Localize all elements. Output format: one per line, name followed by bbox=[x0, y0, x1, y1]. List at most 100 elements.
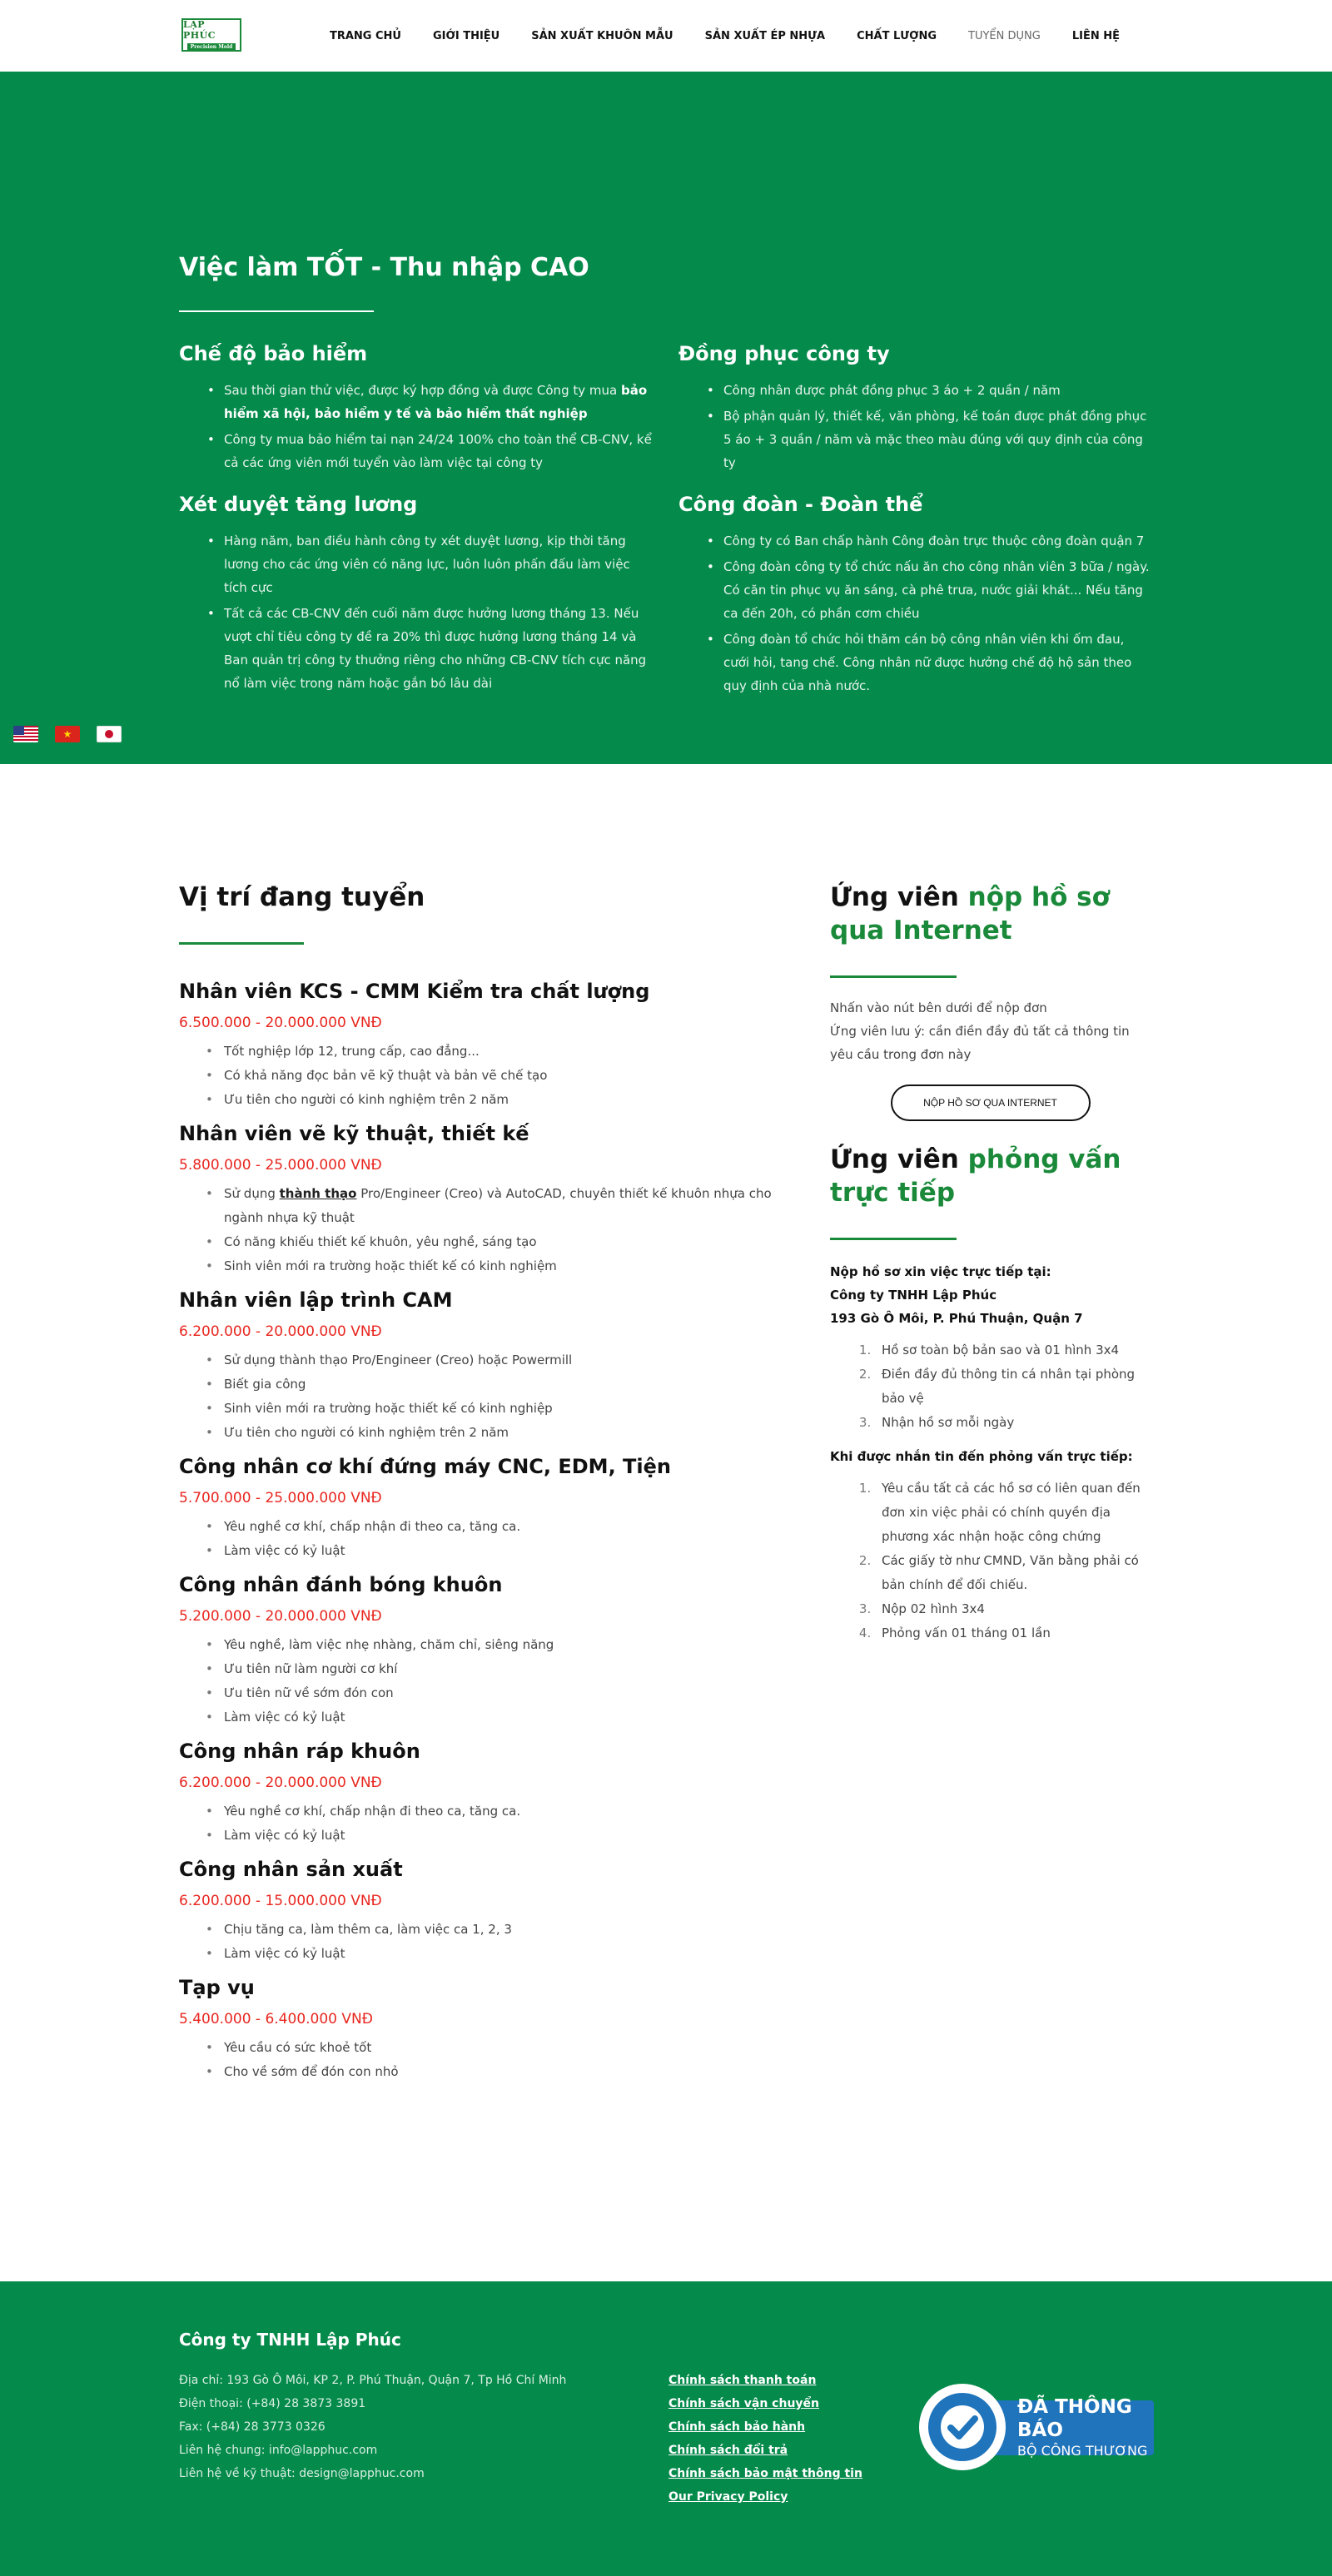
job-item: Tạp vụ 5.400.000 - 6.400.000 VNĐ Yêu cầu… bbox=[179, 1974, 812, 2084]
job-requirement: Yêu cầu có sức khoẻ tốt bbox=[206, 2036, 812, 2060]
job-item: Nhân viên lập trình CAM 6.200.000 - 20.0… bbox=[179, 1287, 812, 1445]
direct-interview-title: Ứng viên phỏng vấn trực tiếp bbox=[830, 1144, 1121, 1208]
online-apply-text: Nhấn vào nút bên dưới để nộp đơn bbox=[830, 1000, 1047, 1015]
job-item: Công nhân sản xuất 6.200.000 - 15.000.00… bbox=[179, 1856, 812, 1966]
footer-contact-info: Địa chỉ: 193 Gò Ô Môi, KP 2, P. Phú Thuậ… bbox=[179, 2369, 566, 2485]
language-switcher: ★ bbox=[13, 726, 122, 742]
jobs-section: Vị trí đang tuyển Nhân viên KCS - CMM Ki… bbox=[0, 764, 1332, 2281]
benefits-section: Việc làm TỐT - Thu nhập CAO Chế độ bảo h… bbox=[0, 72, 1332, 764]
nav-quality[interactable]: CHẤT LƯỢNG bbox=[841, 30, 952, 42]
badge-line1: ĐÃ THÔNG BÁO bbox=[1017, 2396, 1132, 2441]
shipping-policy-link[interactable]: Chính sách vận chuyển bbox=[668, 2392, 862, 2415]
english-flag-icon[interactable] bbox=[13, 726, 38, 742]
job-title: Nhân viên lập trình CAM bbox=[179, 1288, 453, 1312]
job-title: Công nhân sản xuất bbox=[179, 1858, 403, 1881]
privacy-info-policy-link[interactable]: Chính sách bảo mật thông tin bbox=[668, 2462, 862, 2485]
footer-email-general: Liên hệ chung: info@lapphuc.com bbox=[179, 2444, 378, 2457]
job-requirement: Làm việc có kỷ luật bbox=[206, 1824, 812, 1848]
job-requirement: Ưu tiên cho người có kinh nghiệm trên 2 … bbox=[206, 1088, 812, 1112]
job-requirement: Làm việc có kỷ luật bbox=[206, 1539, 812, 1563]
japanese-flag-icon[interactable] bbox=[97, 726, 122, 742]
job-requirement: Sử dụng thành thạo Pro/Engineer (Creo) v… bbox=[206, 1182, 812, 1230]
list-item: Yêu cầu tất cả các hồ sơ có liên quan đế… bbox=[875, 1477, 1151, 1549]
nav-mold[interactable]: SẢN XUẤT KHUÔN MẪU bbox=[515, 30, 688, 42]
list-item: Phỏng vấn 01 tháng 01 lần bbox=[875, 1621, 1151, 1645]
site-footer: Công ty TNHH Lập Phúc Địa chỉ: 193 Gò Ô … bbox=[0, 2281, 1332, 2576]
union-item: Công đoàn tổ chức hỏi thăm cán bộ công n… bbox=[707, 628, 1153, 697]
salary-review-title: Xét duyệt tăng lương bbox=[179, 493, 418, 516]
open-positions: Vị trí đang tuyển Nhân viên KCS - CMM Ki… bbox=[179, 881, 812, 2092]
job-item: Nhân viên KCS - CMM Kiểm tra chất lượng … bbox=[179, 978, 812, 1112]
footer-company-name: Công ty TNHH Lập Phúc bbox=[179, 2330, 401, 2350]
job-title: Tạp vụ bbox=[179, 1976, 255, 1999]
uniform-title: Đồng phục công ty bbox=[678, 342, 890, 365]
job-requirement: Chịu tăng ca, làm thêm ca, làm việc ca 1… bbox=[206, 1918, 812, 1942]
job-requirement: Sinh viên mới ra trường hoặc thiết kế có… bbox=[206, 1397, 812, 1421]
insurance-title: Chế độ bảo hiểm bbox=[179, 342, 368, 365]
online-apply-title: Ứng viên nộp hồ sơ qua Internet bbox=[830, 882, 1110, 946]
address-line: Nộp hồ sơ xin việc trực tiếp tại: bbox=[830, 1264, 1051, 1279]
nav-contact[interactable]: LIÊN HỆ bbox=[1056, 30, 1136, 42]
union-item: Công đoàn công ty tổ chức nấu ăn cho côn… bbox=[707, 555, 1153, 625]
return-policy-link[interactable]: Chính sách đổi trả bbox=[668, 2439, 862, 2462]
nav-injection[interactable]: SẢN XUẤT ÉP NHỰA bbox=[689, 30, 841, 42]
interview-heading: Khi được nhắn tin đến phỏng vấn trực tiế… bbox=[830, 1449, 1133, 1464]
job-requirement: Yêu nghề cơ khí, chấp nhận đi theo ca, t… bbox=[206, 1515, 812, 1539]
address-line: 193 Gò Ô Môi, P. Phú Thuận, Quận 7 bbox=[830, 1311, 1083, 1326]
footer-address: Địa chỉ: 193 Gò Ô Môi, KP 2, P. Phú Thuậ… bbox=[179, 2374, 567, 2387]
list-item: Hồ sơ toàn bộ bản sao và 01 hình 3x4 bbox=[875, 1338, 1151, 1362]
interview-list: Yêu cầu tất cả các hồ sơ có liên quan đế… bbox=[830, 1477, 1151, 1645]
job-requirement: Làm việc có kỷ luật bbox=[206, 1942, 812, 1966]
job-requirement: Có năng khiếu thiết kế khuôn, yêu nghề, … bbox=[206, 1230, 812, 1254]
title-divider bbox=[179, 942, 304, 945]
nav-home[interactable]: TRANG CHỦ bbox=[314, 30, 417, 42]
job-title: Công nhân đánh bóng khuôn bbox=[179, 1573, 503, 1596]
job-requirement: Biết gia công bbox=[206, 1372, 812, 1397]
uniform-item: Bộ phận quản lý, thiết kế, văn phòng, kế… bbox=[707, 405, 1153, 474]
privacy-policy-link[interactable]: Our Privacy Policy bbox=[668, 2485, 862, 2509]
job-requirement: Làm việc có kỷ luật bbox=[206, 1705, 812, 1730]
union-item: Công ty có Ban chấp hành Công đoàn trực … bbox=[707, 529, 1153, 553]
uniform-item: Công nhân được phát đồng phục 3 áo + 2 q… bbox=[707, 379, 1153, 402]
job-salary: 6.200.000 - 20.000.000 VNĐ bbox=[179, 1774, 382, 1791]
job-salary: 5.800.000 - 25.000.000 VNĐ bbox=[179, 1157, 382, 1174]
documents-list: Hồ sơ toàn bộ bản sao và 01 hình 3x4 Điề… bbox=[830, 1338, 1151, 1435]
logo-subtext: Precision Mold bbox=[186, 43, 236, 51]
positions-title: Vị trí đang tuyển bbox=[179, 882, 425, 912]
list-item: Nộp 02 hình 3x4 bbox=[875, 1597, 1151, 1621]
warranty-policy-link[interactable]: Chính sách bảo hành bbox=[668, 2415, 862, 2439]
nav-recruitment[interactable]: TUYỂN DỤNG bbox=[952, 30, 1056, 42]
checkmark-icon bbox=[919, 2384, 1006, 2470]
payment-policy-link[interactable]: Chính sách thanh toán bbox=[668, 2369, 862, 2392]
site-header: LẬP PHÚC Precision Mold TRANG CHỦ GIỚI T… bbox=[0, 0, 1332, 72]
salary-review-block: Xét duyệt tăng lương Hàng năm, ban điều … bbox=[179, 493, 654, 697]
salary-review-item: Tất cả các CB-CNV đến cuối năm được hưởn… bbox=[207, 602, 654, 695]
address-line: Công ty TNHH Lập Phúc bbox=[830, 1288, 997, 1303]
job-salary: 6.200.000 - 15.000.000 VNĐ bbox=[179, 1893, 382, 1909]
main-nav: TRANG CHỦ GIỚI THIỆU SẢN XUẤT KHUÔN MẪU … bbox=[314, 0, 1136, 72]
nav-about[interactable]: GIỚI THIỆU bbox=[417, 30, 515, 42]
ministry-registered-badge[interactable]: ĐÃ THÔNG BÁO BỘ CÔNG THƯƠNG bbox=[919, 2382, 1154, 2472]
job-requirement: Sử dụng thành thạo Pro/Engineer (Creo) h… bbox=[206, 1348, 812, 1372]
list-item: Điền đầy đủ thông tin cá nhân tại phòng … bbox=[875, 1362, 1151, 1411]
job-title: Công nhân cơ khí đứng máy CNC, EDM, Tiện bbox=[179, 1455, 671, 1478]
vietnamese-flag-icon[interactable]: ★ bbox=[55, 726, 80, 742]
job-item: Công nhân đánh bóng khuôn 5.200.000 - 20… bbox=[179, 1571, 812, 1730]
uniform-block: Đồng phục công ty Công nhân được phát đồ… bbox=[678, 342, 1153, 477]
job-requirement: Yêu nghề cơ khí, chấp nhận đi theo ca, t… bbox=[206, 1799, 812, 1824]
job-requirement: Yêu nghề, làm việc nhẹ nhàng, chăm chỉ, … bbox=[206, 1633, 812, 1657]
apply-sidebar: Ứng viên nộp hồ sơ qua Internet Nhấn vào… bbox=[830, 881, 1151, 1655]
job-title: Nhân viên vẽ kỹ thuật, thiết kế bbox=[179, 1122, 529, 1145]
apply-online-button[interactable]: NỘP HỒ SƠ QUA INTERNET bbox=[890, 1085, 1091, 1121]
job-title: Nhân viên KCS - CMM Kiểm tra chất lượng bbox=[179, 980, 650, 1003]
salary-review-item: Hàng năm, ban điều hành công ty xét duyệ… bbox=[207, 529, 654, 599]
title-divider bbox=[179, 310, 374, 312]
title-divider bbox=[830, 975, 957, 978]
company-logo[interactable]: LẬP PHÚC Precision Mold bbox=[181, 18, 241, 52]
list-item: Nhận hồ sơ mỗi ngày bbox=[875, 1411, 1151, 1435]
insurance-item: Công ty mua bảo hiểm tai nạn 24/24 100% … bbox=[207, 428, 654, 474]
job-salary: 5.400.000 - 6.400.000 VNĐ bbox=[179, 2011, 373, 2028]
job-item: Công nhân cơ khí đứng máy CNC, EDM, Tiện… bbox=[179, 1453, 812, 1563]
logo-text: LẬP PHÚC bbox=[183, 19, 216, 41]
job-salary: 6.500.000 - 20.000.000 VNĐ bbox=[179, 1015, 382, 1031]
